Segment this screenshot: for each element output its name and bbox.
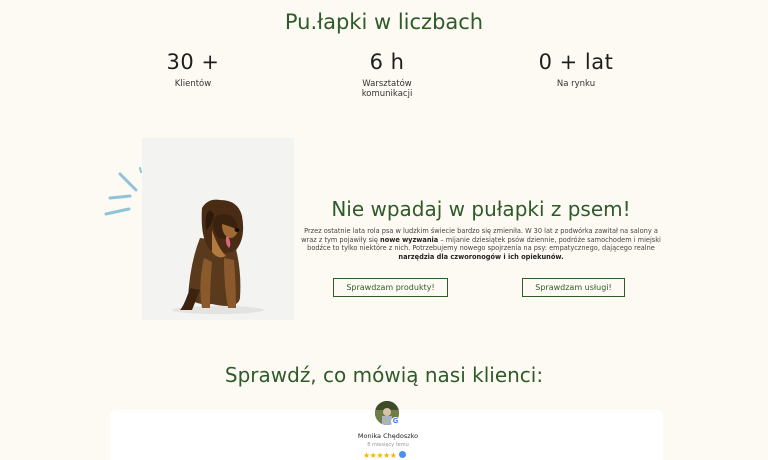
stat-workshops-label-line1: Warsztatów	[362, 79, 412, 89]
promo-text: Przez ostatnie lata rola psa w ludzkim ś…	[300, 227, 662, 261]
dog-photo	[142, 138, 294, 320]
check-services-button[interactable]: Sprawdzam usługi!	[522, 278, 625, 297]
stat-clients-label: Klientów	[174, 79, 212, 89]
page: Pu.łapki w liczbach 30 + Klientów 6 h Wa…	[0, 0, 768, 460]
check-products-button[interactable]: Sprawdzam produkty!	[333, 278, 448, 297]
google-icon: G	[391, 417, 400, 426]
star-icon: ★	[383, 451, 390, 460]
review-time: 8 miesięcy temu	[367, 442, 409, 448]
sparkle-decoration-icon	[104, 167, 142, 216]
reviews-title: Sprawdź, co mówią nasi klienci:	[224, 363, 544, 387]
stat-years: 0 + lat Na rynku	[501, 50, 651, 89]
promo-title: Nie wpadaj w pułapki z psem!	[331, 197, 631, 221]
stat-years-label: Na rynku	[556, 79, 596, 89]
stat-workshops: 6 h Warsztatów komunikacji	[312, 50, 462, 99]
star-icon: ★	[363, 451, 370, 460]
promo-text-bold1: nowe wyzwania	[380, 235, 439, 244]
stat-workshops-label: Warsztatów komunikacji	[312, 79, 462, 99]
stat-workshops-label-line2: komunikacji	[361, 89, 413, 99]
stat-clients: 30 + Klientów	[118, 50, 268, 89]
stat-years-value: 0 + lat	[538, 50, 614, 74]
star-icon: ★	[376, 451, 384, 460]
stat-clients-value: 30 +	[166, 50, 220, 74]
reviewer-name: Monika Chędoszko	[357, 432, 419, 440]
stats-title: Pu.łapki w liczbach	[284, 10, 484, 34]
review-rating: ★★★★★	[363, 451, 407, 460]
stat-workshops-value: 6 h	[369, 50, 405, 74]
promo-text-bold2: narzędzia dla czworonogów i ich opiekunó…	[398, 252, 564, 261]
star-icon: ★	[389, 451, 397, 460]
dog-illustration	[172, 199, 264, 314]
verified-icon	[399, 451, 407, 458]
